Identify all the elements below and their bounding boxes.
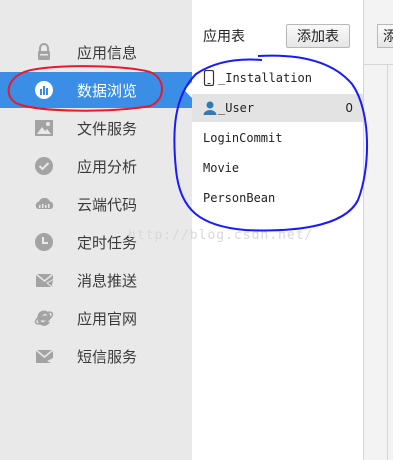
- table-column-line: [387, 64, 388, 460]
- data-table-area: 添: [364, 0, 393, 460]
- sidebar-item-data-browser[interactable]: 数据浏览: [0, 72, 192, 108]
- sidebar-item-app-info[interactable]: 应用信息: [0, 34, 192, 70]
- record-count: 0: [345, 101, 353, 115]
- sidebar-item-file-service[interactable]: 文件服务: [0, 110, 192, 146]
- sidebar: 应用信息 数据浏览 文件服务 应用分析 云端代码 定时任务 消息推送 应用官网 …: [0, 0, 192, 460]
- sms-mail-icon: [34, 346, 54, 366]
- add-button-partial[interactable]: 添: [377, 24, 393, 48]
- class-name: _Installation: [218, 71, 312, 85]
- send-mail-icon: [34, 270, 55, 290]
- class-item-movie[interactable]: Movie: [192, 154, 363, 182]
- user-icon: [203, 100, 217, 116]
- class-name: LoginCommit: [203, 131, 283, 145]
- class-name: _User: [218, 101, 255, 115]
- sidebar-item-scheduled-tasks[interactable]: 定时任务: [0, 224, 192, 260]
- clock-icon: [34, 232, 54, 252]
- sidebar-item-cloud-code[interactable]: 云端代码: [0, 186, 192, 222]
- sidebar-item-label: 应用官网: [77, 309, 138, 328]
- class-item-user[interactable]: _User 0: [192, 94, 363, 122]
- sidebar-item-app-analytics[interactable]: 应用分析: [0, 148, 192, 184]
- class-name: Movie: [203, 161, 240, 175]
- lock-icon: [34, 42, 54, 62]
- sidebar-item-sms-service[interactable]: 短信服务: [0, 338, 192, 374]
- table-header-line: [364, 64, 393, 65]
- class-item-installation[interactable]: _Installation: [192, 64, 363, 92]
- sidebar-item-label: 短信服务: [77, 347, 138, 366]
- sidebar-item-label: 应用信息: [77, 43, 138, 62]
- class-name: PersonBean: [203, 191, 276, 205]
- class-item-personbean[interactable]: PersonBean: [192, 184, 363, 212]
- image-icon: [34, 118, 54, 138]
- check-circle-icon: [34, 156, 54, 176]
- class-item-logincommit[interactable]: LoginCommit: [192, 124, 363, 152]
- ie-logo-icon: [34, 308, 54, 328]
- bar-chart-icon: [34, 80, 54, 100]
- sidebar-item-label: 定时任务: [77, 233, 138, 252]
- sidebar-item-label: 消息推送: [77, 271, 138, 290]
- phone-icon: [203, 69, 215, 87]
- sidebar-item-official-site[interactable]: 应用官网: [0, 300, 192, 336]
- class-panel: 应用表 添加表 _Installation _User 0 LoginCommi…: [192, 0, 363, 460]
- sidebar-item-label: 应用分析: [77, 157, 138, 176]
- cloud-code-icon: [34, 194, 54, 214]
- active-indicator: [184, 82, 192, 98]
- sidebar-item-push-notifications[interactable]: 消息推送: [0, 262, 192, 298]
- panel-title: 应用表: [203, 29, 245, 45]
- sidebar-item-label: 数据浏览: [77, 81, 138, 100]
- add-table-button[interactable]: 添加表: [286, 24, 350, 48]
- sidebar-item-label: 云端代码: [77, 195, 138, 214]
- sidebar-item-label: 文件服务: [77, 119, 138, 138]
